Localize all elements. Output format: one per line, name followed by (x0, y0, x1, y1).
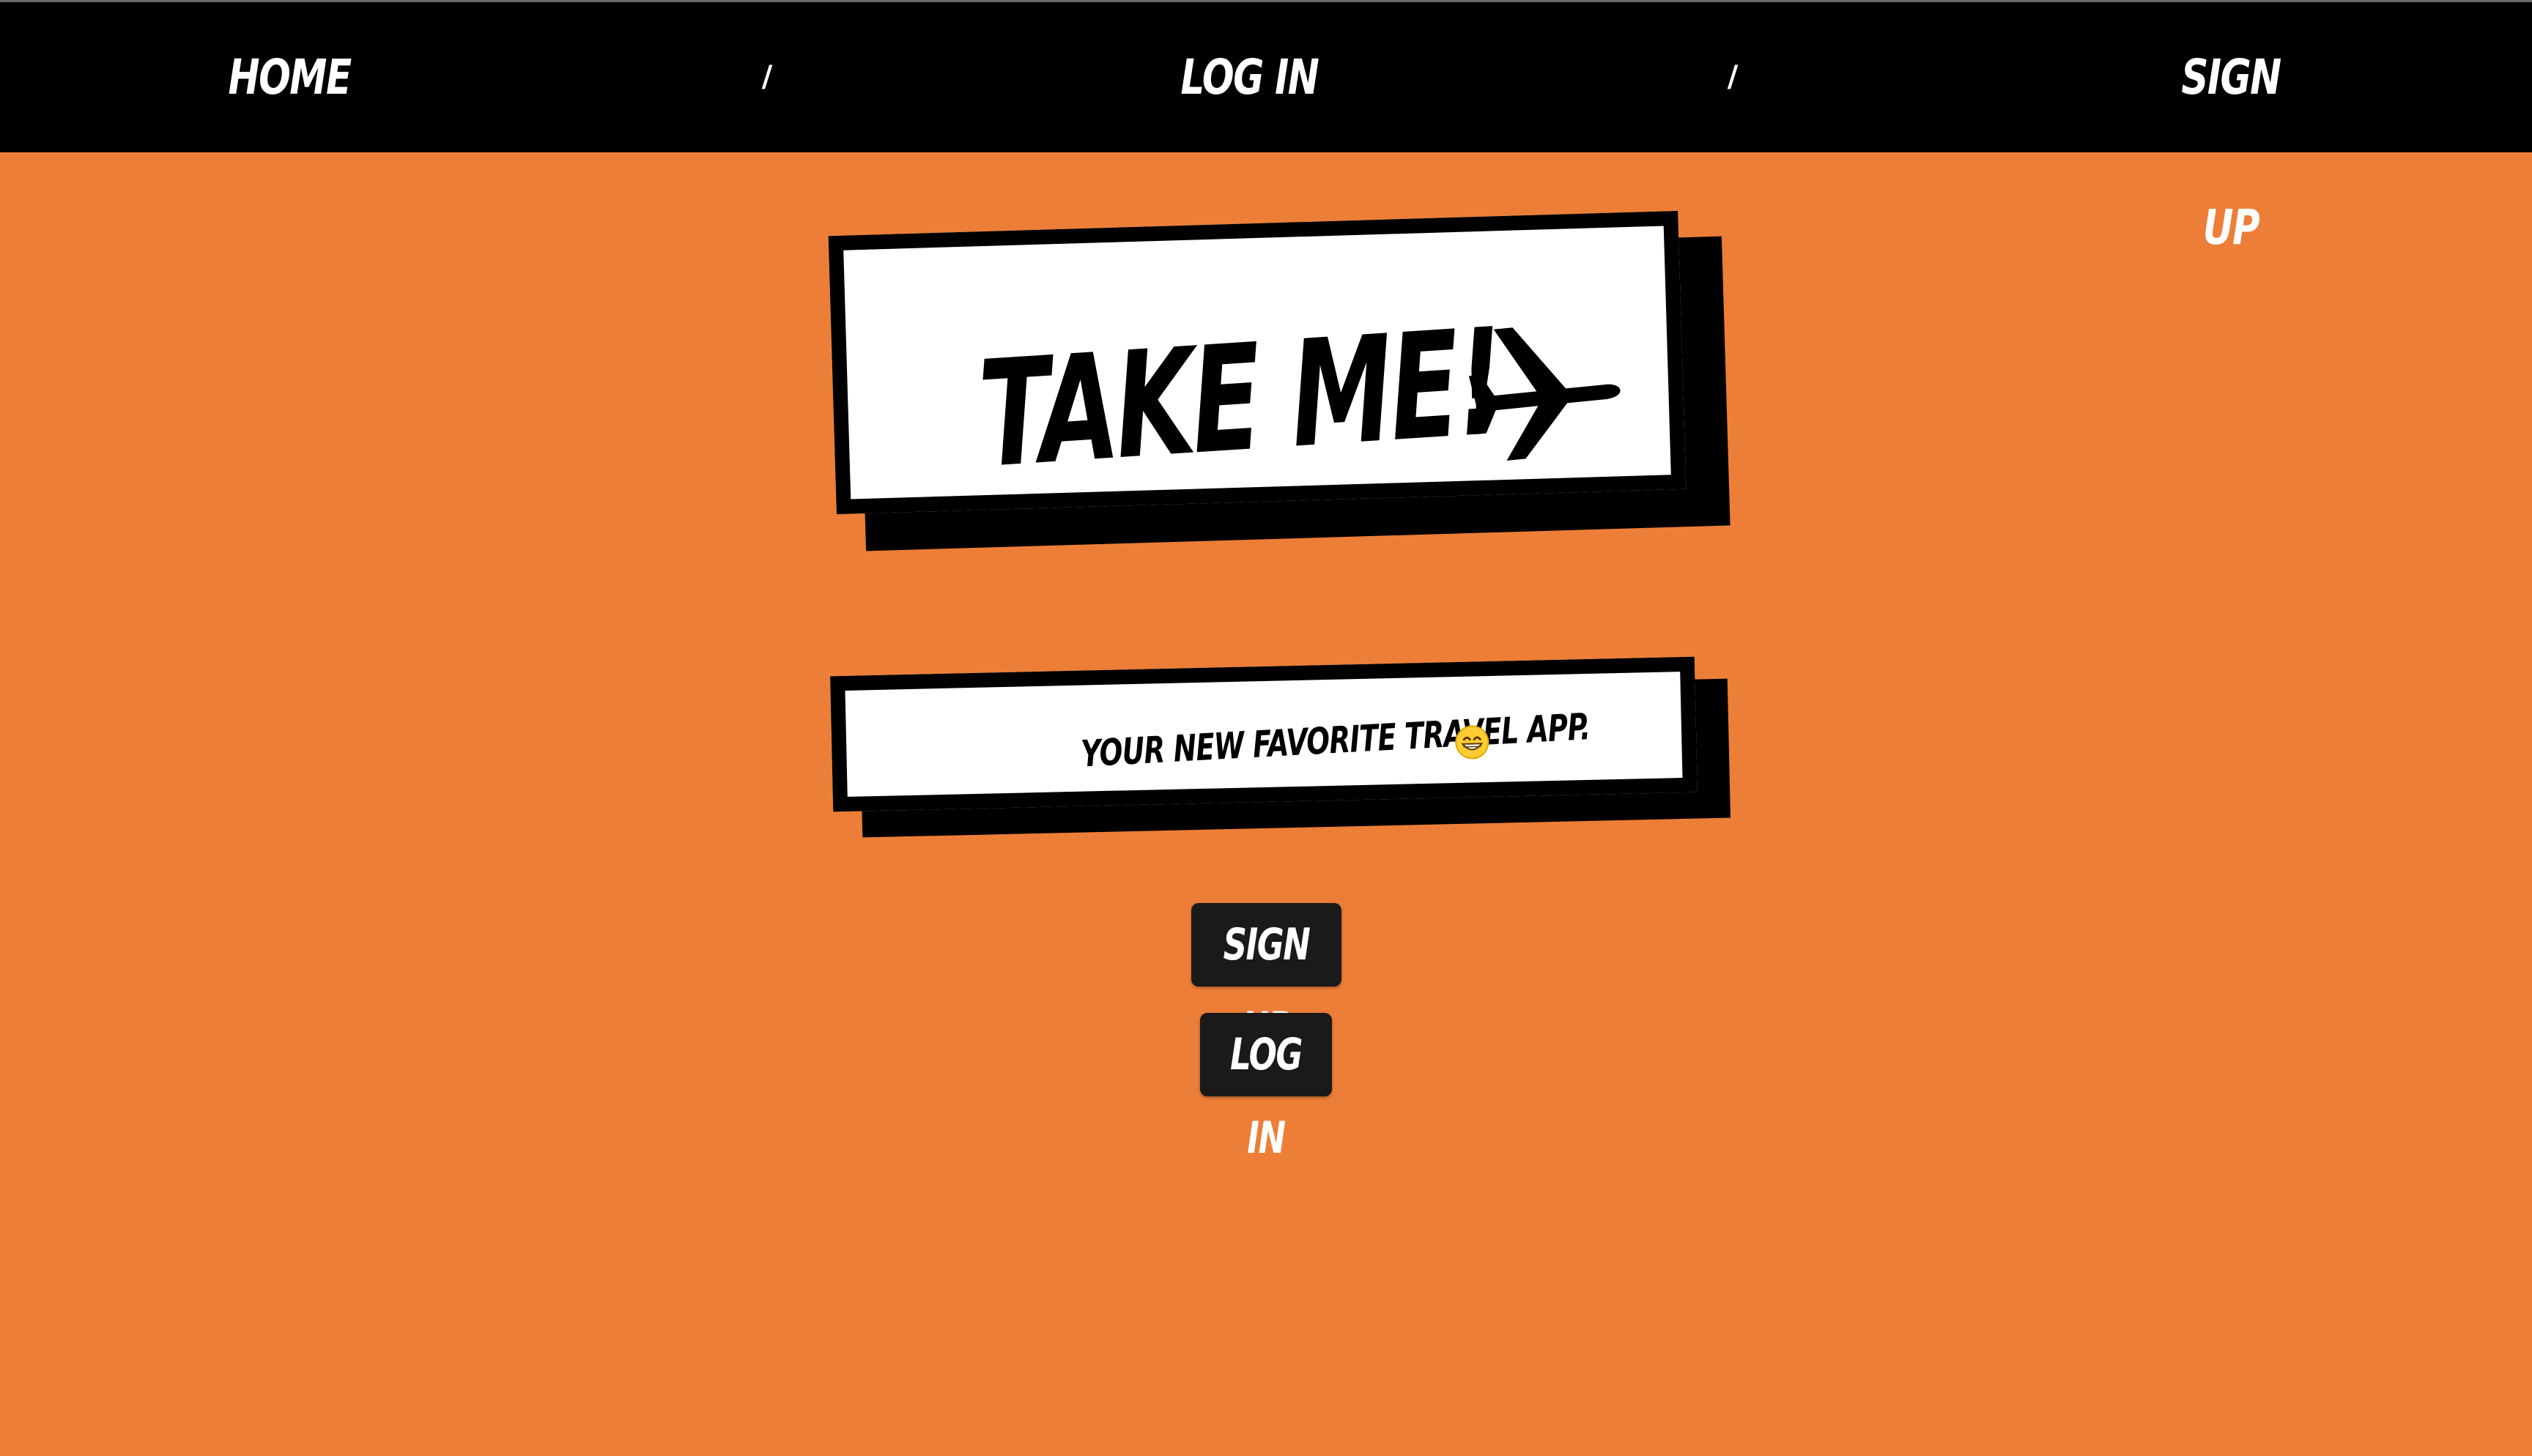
nav-login-label: Log in (1180, 49, 1319, 105)
login-button[interactable]: Log in (1200, 1013, 1332, 1164)
hero-subtitle: Your new favorite travel app. (1079, 705, 1591, 776)
nav-separator: / (1727, 60, 1739, 94)
airplane-icon (1468, 327, 1621, 461)
title-panel-box: Take me! (828, 210, 1687, 515)
hero-title: Take me! (974, 297, 1506, 502)
login-button-label: Log in (1230, 1029, 1303, 1164)
signup-button[interactable]: Sign up (1191, 903, 1341, 1054)
grinning-face-emoji-icon (1455, 725, 1489, 759)
nav-signup-label: Sign up (2181, 49, 2281, 256)
navbar: Home / Log in / Sign up (0, 2, 2532, 256)
nav-signup-link[interactable]: Sign up (2125, 2, 2337, 256)
subtitle-panel-box: Your new favorite travel app. (830, 656, 1698, 812)
hero-title-panel: Take me! (825, 209, 1741, 571)
hero-subtitle-panel: Your new favorite travel app. (828, 655, 1744, 861)
nav-separator: / (761, 60, 773, 94)
nav-login-link[interactable]: Log in (1143, 2, 1355, 152)
nav-home-link[interactable]: Home (176, 2, 403, 152)
nav-home-label: Home (228, 49, 352, 105)
